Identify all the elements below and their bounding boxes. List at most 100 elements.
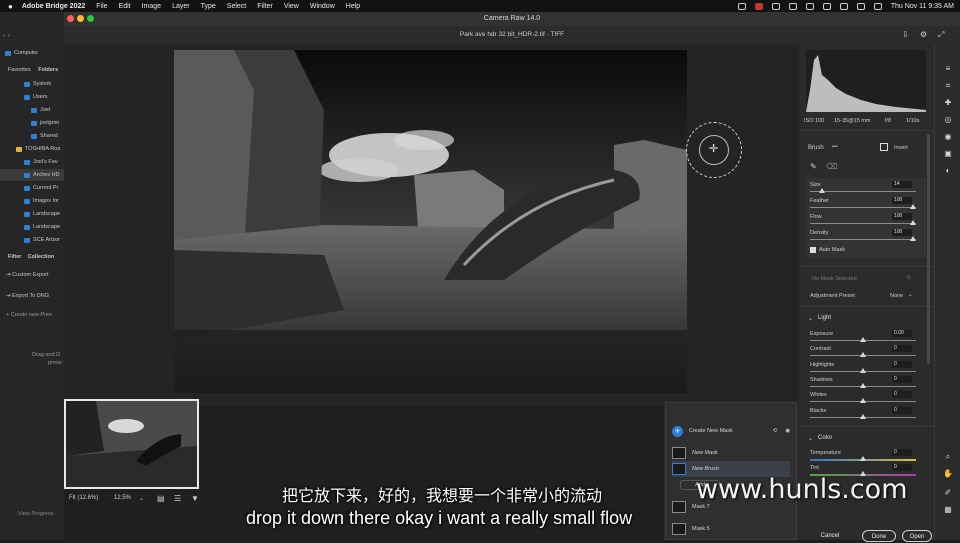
open-button[interactable]: Open <box>902 530 932 542</box>
grid-icon[interactable] <box>805 2 814 10</box>
zoom-level[interactable]: 12.5% <box>114 495 131 501</box>
compare-icon[interactable]: ▤ <box>157 494 165 503</box>
wifi-icon[interactable] <box>839 2 848 10</box>
red-eye-icon[interactable]: ◉ <box>943 132 953 142</box>
tree-item[interactable]: Joel's Fav <box>24 156 58 168</box>
tree-item[interactable]: Landscape <box>24 221 60 233</box>
grid-overlay-icon[interactable]: ▦ <box>943 505 953 515</box>
tree-item-selected[interactable]: Arches HD <box>0 169 64 181</box>
tree-item[interactable]: Landscape <box>24 208 60 220</box>
slider-knob[interactable] <box>860 337 866 342</box>
play-icon[interactable] <box>788 2 797 10</box>
auto-mask-checkbox[interactable] <box>810 247 816 253</box>
view-progress[interactable]: View Progress <box>18 508 53 520</box>
flow-value[interactable]: 100 <box>892 213 912 220</box>
fit-zoom-button[interactable]: Fit (12.6%) <box>69 495 98 501</box>
tree-item[interactable]: TOSHIBA Roa <box>16 143 60 155</box>
tab-favorites[interactable]: Favorites <box>8 67 31 73</box>
density-value[interactable]: 100 <box>892 229 912 236</box>
chevron-down-icon[interactable]: ⌄ <box>139 495 144 502</box>
temperature-slider[interactable]: Temperature 0 <box>810 449 920 465</box>
invert-checkbox[interactable] <box>880 143 888 151</box>
photo-preview[interactable] <box>174 50 687 393</box>
slider-knob[interactable] <box>860 414 866 419</box>
contrast-value[interactable]: 0 <box>892 345 912 352</box>
menu-type[interactable]: Type <box>201 3 216 10</box>
tab-collection[interactable]: Collection <box>28 254 55 260</box>
more-options[interactable]: ••• <box>832 144 838 150</box>
heal-icon[interactable]: ✚ <box>943 98 953 108</box>
menu-edit[interactable]: Edit <box>119 3 131 10</box>
tab-filter[interactable]: Filter <box>8 254 21 260</box>
tree-item[interactable]: Current Pr <box>24 182 58 194</box>
filter-icon[interactable]: ▼ <box>191 494 199 503</box>
clock[interactable]: Thu Nov 11 9:35 AM <box>891 3 954 10</box>
eye-icon[interactable]: ◉ <box>785 428 790 434</box>
shadows-value[interactable]: 0 <box>892 376 912 383</box>
highlights-value[interactable]: 0 <box>892 361 912 368</box>
minimize-button[interactable] <box>77 15 84 22</box>
reset-icon[interactable]: ⟲ <box>906 275 911 281</box>
blacks-value[interactable]: 0 <box>892 407 912 414</box>
action-export-dng[interactable]: ⇥ Export To DNG <box>6 290 49 302</box>
size-value[interactable]: 14 <box>892 181 912 188</box>
adjustment-preset-select[interactable]: None <box>890 293 903 299</box>
done-button[interactable]: Done <box>862 530 896 542</box>
tree-item[interactable]: System <box>24 78 51 90</box>
status-icon[interactable] <box>771 2 780 10</box>
menu-image[interactable]: Image <box>142 3 161 10</box>
app-menu[interactable]: Adobe Bridge 2022 <box>22 3 85 10</box>
save-icon[interactable]: ⇩ <box>902 26 909 44</box>
bluetooth-icon[interactable] <box>822 2 831 10</box>
whites-value[interactable]: 0 <box>892 391 912 398</box>
action-create-preset[interactable]: + Create new Pres <box>6 309 52 321</box>
action-custom-export[interactable]: ⇥ Custom Export <box>6 269 49 281</box>
slider-knob[interactable] <box>860 368 866 373</box>
slider-knob[interactable] <box>860 456 866 461</box>
zoom-button[interactable] <box>87 15 94 22</box>
contrast-slider[interactable]: Contrast 0 <box>810 345 920 361</box>
edit-sliders-icon[interactable]: ≡ <box>943 64 953 74</box>
record-icon[interactable] <box>754 2 763 10</box>
tab-folders[interactable]: Folders <box>38 67 58 73</box>
whites-slider[interactable]: Whites 0 <box>810 391 920 407</box>
feather-slider[interactable]: Feather 100 <box>810 197 920 213</box>
filmstrip-thumbnail[interactable] <box>64 399 199 489</box>
menu-window[interactable]: Window <box>310 3 335 10</box>
size-slider[interactable]: Size 14 <box>810 181 920 197</box>
presets-icon[interactable]: ◐ <box>943 166 953 176</box>
apple-icon[interactable]: ● <box>8 2 13 11</box>
mask-item[interactable]: New Mask <box>672 445 790 461</box>
chevron-down-icon[interactable]: ⌄ <box>808 315 813 322</box>
cancel-button[interactable]: Cancel <box>816 530 844 542</box>
tree-item[interactable]: Images for <box>24 195 59 207</box>
menu-filter[interactable]: Filter <box>257 3 273 10</box>
menu-layer[interactable]: Layer <box>172 3 190 10</box>
image-canvas[interactable]: ✛ <box>64 44 799 406</box>
tree-item[interactable]: Shared <box>31 130 58 142</box>
creative-cloud-icon[interactable] <box>737 2 746 10</box>
highlights-slider[interactable]: Highlights 0 <box>810 361 920 377</box>
scrollbar[interactable] <box>927 134 930 364</box>
sort-icon[interactable]: ☰ <box>174 494 181 503</box>
hand-icon[interactable]: ✋ <box>943 469 953 479</box>
slider-knob[interactable] <box>910 204 916 209</box>
temperature-value[interactable]: 0 <box>892 449 912 456</box>
flow-slider[interactable]: Flow 100 <box>810 213 920 229</box>
mask-icon[interactable]: ◎ <box>943 115 953 125</box>
tree-item[interactable]: joelgrim <box>31 117 59 129</box>
menu-help[interactable]: Help <box>346 3 360 10</box>
search-icon[interactable] <box>856 2 865 10</box>
zoom-icon[interactable]: ⌕ <box>943 452 953 462</box>
light-section-title[interactable]: Light <box>818 315 831 321</box>
tree-item[interactable]: SCE Arizor <box>24 234 60 246</box>
blacks-slider[interactable]: Blacks 0 <box>810 407 920 423</box>
density-slider[interactable]: Density 100 <box>810 229 920 245</box>
reset-icon[interactable]: ⟲ <box>773 428 778 434</box>
close-button[interactable] <box>67 15 74 22</box>
slider-knob[interactable] <box>819 188 826 193</box>
chevron-down-icon[interactable]: ⌄ <box>808 435 813 442</box>
create-new-mask-button[interactable]: + Create New Mask ⟲ ◉ <box>672 423 790 439</box>
eraser-icon[interactable]: ⌫ <box>826 162 837 171</box>
gear-icon[interactable]: ⚙ <box>920 26 927 44</box>
